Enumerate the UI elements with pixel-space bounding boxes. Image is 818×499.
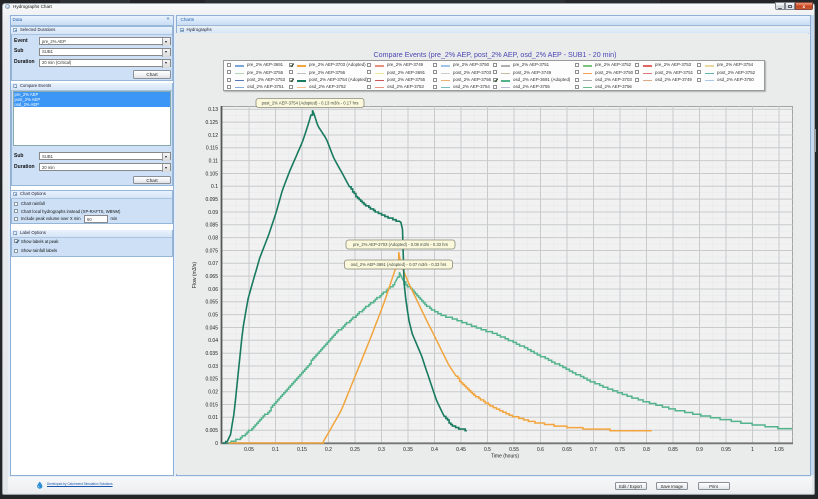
svg-text:1.05: 1.05 — [774, 447, 784, 453]
svg-text:0.9: 0.9 — [696, 447, 703, 453]
svg-text:0.05: 0.05 — [244, 447, 254, 453]
svg-text:0.1: 0.1 — [211, 184, 218, 190]
svg-text:0.8: 0.8 — [643, 447, 650, 453]
svg-text:0.045: 0.045 — [205, 325, 218, 331]
svg-text:0.7: 0.7 — [590, 447, 597, 453]
svg-text:0.035: 0.035 — [205, 351, 218, 357]
svg-text:0.2: 0.2 — [325, 447, 332, 453]
svg-text:0.6: 0.6 — [537, 447, 544, 453]
svg-text:0.25: 0.25 — [350, 447, 360, 453]
svg-text:0.55: 0.55 — [509, 447, 519, 453]
svg-text:Time (hours): Time (hours) — [491, 454, 519, 460]
svg-text:0.11: 0.11 — [209, 159, 219, 165]
svg-text:0.125: 0.125 — [205, 120, 218, 126]
svg-text:0: 0 — [215, 441, 218, 447]
svg-text:0.13: 0.13 — [208, 107, 218, 113]
svg-text:0.065: 0.065 — [205, 274, 218, 280]
svg-text:Flow (m3/s): Flow (m3/s) — [192, 262, 198, 288]
svg-text:0.095: 0.095 — [205, 197, 218, 203]
svg-text:0.5: 0.5 — [484, 447, 491, 453]
svg-text:0.085: 0.085 — [205, 223, 218, 229]
svg-text:post_2% AEP-3754 (Adopted) - 0: post_2% AEP-3754 (Adopted) - 0.13 m3/s -… — [262, 101, 359, 106]
svg-text:0.03: 0.03 — [208, 364, 218, 370]
svg-text:osd_2% AEP-3691 (Adopted) - 0.: osd_2% AEP-3691 (Adopted) - 0.07 m3/s - … — [351, 262, 447, 267]
svg-text:0.85: 0.85 — [668, 447, 678, 453]
svg-text:0.1: 0.1 — [272, 447, 279, 453]
svg-text:0.02: 0.02 — [208, 390, 218, 396]
svg-text:0.09: 0.09 — [208, 210, 218, 216]
svg-text:0.4: 0.4 — [431, 447, 438, 453]
svg-text:0.015: 0.015 — [205, 402, 218, 408]
svg-text:0.15: 0.15 — [297, 447, 307, 453]
svg-text:0.06: 0.06 — [208, 287, 218, 293]
svg-text:0.005: 0.005 — [205, 428, 218, 434]
svg-text:0.12: 0.12 — [208, 133, 218, 139]
svg-text:0.35: 0.35 — [403, 447, 413, 453]
svg-text:0.025: 0.025 — [205, 377, 218, 383]
svg-text:0.07: 0.07 — [208, 261, 218, 267]
svg-text:0.75: 0.75 — [615, 447, 625, 453]
svg-text:0.075: 0.075 — [205, 248, 218, 254]
svg-text:0.105: 0.105 — [205, 171, 218, 177]
svg-text:0.65: 0.65 — [562, 447, 572, 453]
svg-text:0.05: 0.05 — [208, 313, 218, 319]
svg-text:0.055: 0.055 — [205, 300, 218, 306]
svg-text:0.115: 0.115 — [206, 146, 218, 152]
svg-text:0.04: 0.04 — [208, 338, 218, 344]
svg-text:0.01: 0.01 — [208, 415, 218, 421]
svg-text:1: 1 — [751, 447, 754, 453]
svg-text:0.3: 0.3 — [378, 447, 385, 453]
svg-text:0.45: 0.45 — [456, 447, 466, 453]
svg-text:0.08: 0.08 — [208, 236, 218, 242]
svg-text:pre_2% AEP-3703 (Adopted) - 0.: pre_2% AEP-3703 (Adopted) - 0.08 m3/s - … — [353, 242, 448, 247]
svg-text:0.95: 0.95 — [721, 447, 731, 453]
